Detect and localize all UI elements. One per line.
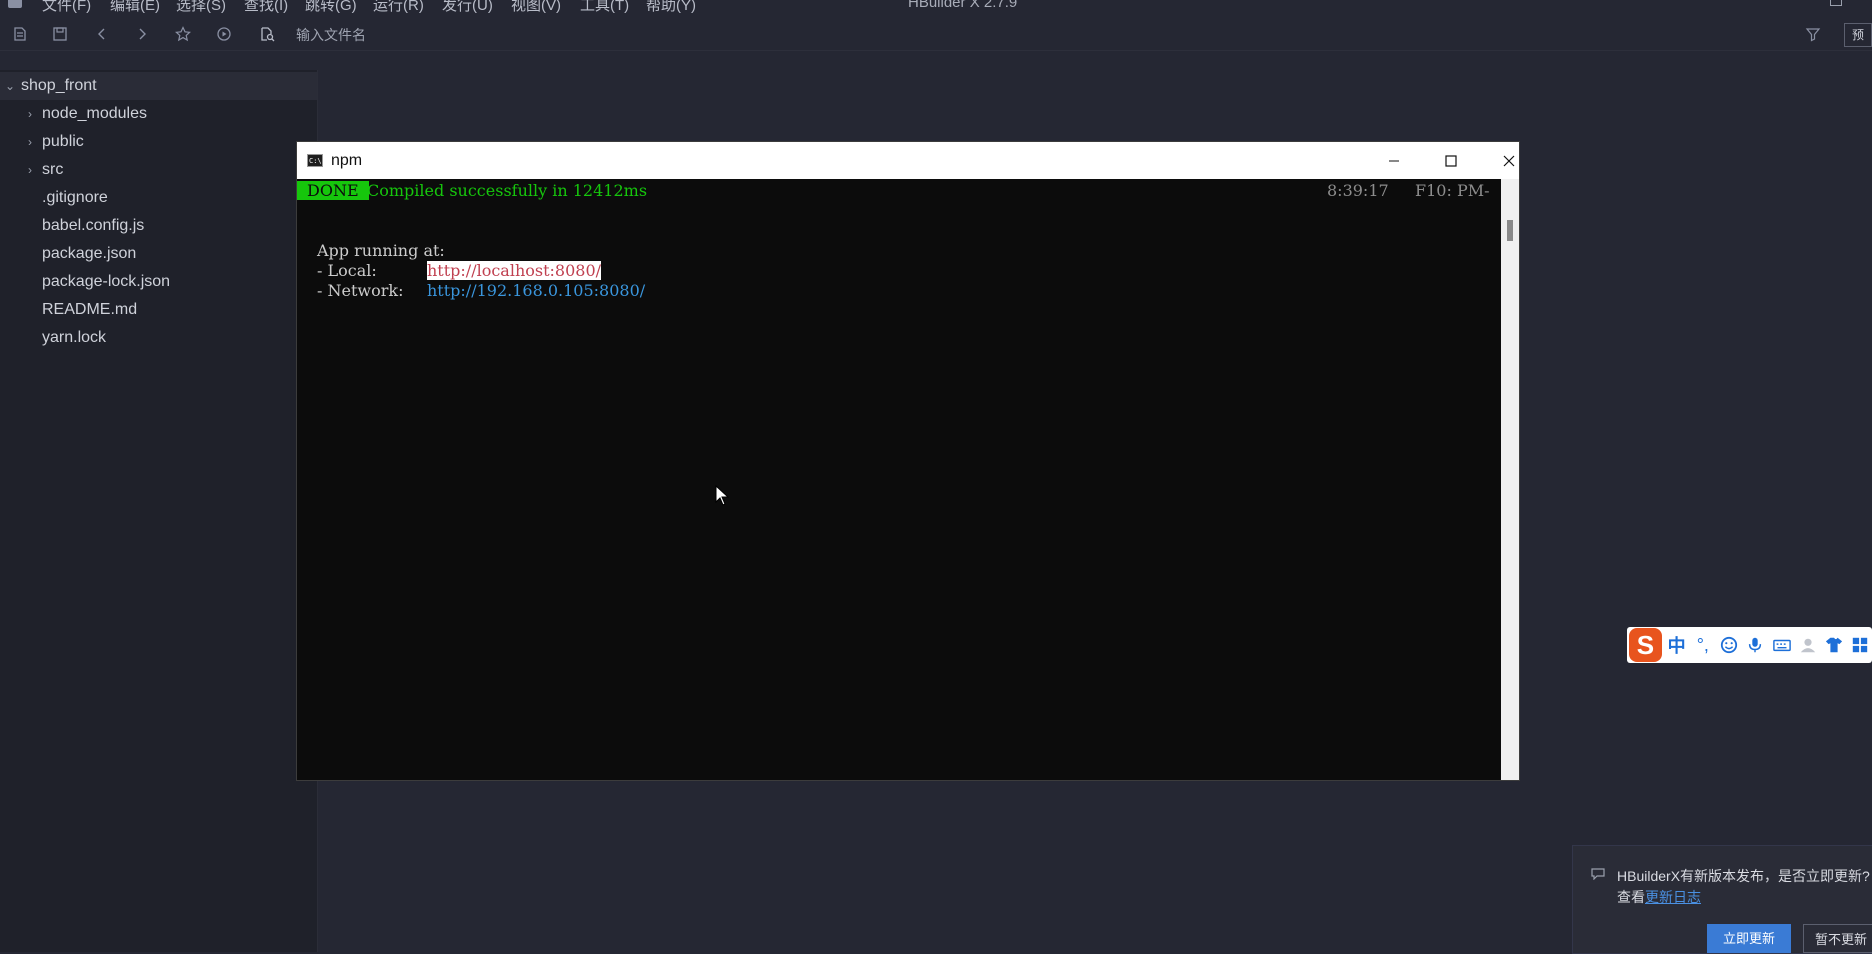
app-running-text: App running at: [317, 241, 445, 260]
npm-window-title: npm [331, 152, 363, 169]
menu-view[interactable]: 视图(V) [511, 0, 561, 15]
npm-console-window[interactable]: C:\ npm DONE Compiled successfully in 12… [296, 141, 1520, 781]
tree-item-label: node_modules [42, 105, 147, 122]
star-icon[interactable] [174, 25, 192, 43]
menu-edit[interactable]: 编辑(E) [110, 0, 160, 15]
forward-icon[interactable] [133, 25, 151, 43]
scrollbar-thumb[interactable] [1507, 220, 1513, 241]
changelog-link[interactable]: 更新日志 [1645, 889, 1701, 905]
network-label: - Network: [317, 281, 409, 300]
tree-item-yarn-lock[interactable]: yarn.lock [0, 324, 317, 352]
preview-button[interactable]: 预 [1844, 23, 1872, 47]
ime-toolbar[interactable]: S 中 °, [1627, 627, 1872, 663]
punctuation-toggle[interactable]: °, [1691, 633, 1714, 657]
local-url[interactable]: http://localhost:8080/ [427, 261, 602, 280]
restore-window-icon[interactable] [1830, 0, 1842, 6]
emoji-icon[interactable] [1717, 633, 1740, 657]
maximize-icon [1445, 155, 1457, 167]
chevron-right-icon: › [28, 107, 32, 121]
toolbox-grid-icon[interactable] [1849, 633, 1872, 657]
menu-file[interactable]: 文件(F) [42, 0, 91, 15]
terminal-output[interactable]: DONE Compiled successfully in 12412ms 8:… [297, 179, 1501, 780]
tree-root-label: shop_front [21, 77, 97, 94]
tree-item-readme[interactable]: README.md [0, 296, 317, 324]
menu-select[interactable]: 选择(S) [176, 0, 226, 15]
project-explorer: ⌄ shop_front › node_modules › public › s… [0, 70, 318, 952]
terminal-scrollbar[interactable] [1501, 179, 1519, 780]
run-icon[interactable] [215, 25, 233, 43]
skin-shirt-icon[interactable] [1822, 633, 1845, 657]
menu-find[interactable]: 查找(I) [244, 0, 288, 15]
tree-item-label: yarn.lock [42, 329, 107, 346]
back-icon[interactable] [93, 25, 111, 43]
tree-root-shop-front[interactable]: ⌄ shop_front [0, 72, 317, 100]
close-button[interactable] [1486, 148, 1532, 174]
local-label: - Local: [317, 261, 393, 280]
filter-icon[interactable] [1804, 25, 1822, 43]
minimize-button[interactable] [1371, 148, 1417, 174]
menu-goto[interactable]: 跳转(G) [305, 0, 357, 15]
message-icon [1591, 868, 1605, 880]
update-message: HBuilderX有新版本发布，是否立即更新? [1617, 868, 1870, 884]
update-sub-text: 查看更新日志 [1617, 887, 1701, 907]
minimize-icon [1389, 160, 1399, 162]
close-icon [1503, 155, 1515, 167]
tree-item-src[interactable]: › src [0, 156, 317, 184]
done-badge: DONE [297, 181, 369, 200]
compiled-message: Compiled successfully in 12412ms [367, 181, 648, 200]
tree-item-label: babel.config.js [42, 217, 145, 234]
status-right: F10: PM- [1415, 181, 1490, 200]
tree-item-label: package-lock.json [42, 273, 171, 290]
window-title: HBuilder X 2.7.9 [908, 0, 1018, 11]
compile-time: 8:39:17 [1327, 181, 1389, 200]
user-icon[interactable] [1796, 633, 1819, 657]
menu-run[interactable]: 运行(R) [373, 0, 424, 15]
tree-item-label: package.json [42, 245, 137, 262]
network-url[interactable]: http://192.168.0.105:8080/ [427, 281, 645, 300]
update-sub-prefix: 查看 [1617, 889, 1645, 905]
menu-publish[interactable]: 发行(U) [442, 0, 493, 15]
tree-item-gitignore[interactable]: .gitignore [0, 184, 317, 212]
tree-item-package-json[interactable]: package.json [0, 240, 317, 268]
hbuilder-app-icon [8, 0, 22, 8]
npm-window-titlebar[interactable]: C:\ npm [297, 142, 1519, 179]
mouse-cursor-icon [715, 485, 729, 506]
console-icon: C:\ [307, 154, 323, 167]
chevron-down-icon: ⌄ [4, 79, 16, 93]
update-now-button[interactable]: 立即更新 [1707, 924, 1791, 953]
save-icon[interactable] [51, 25, 69, 43]
maximize-button[interactable] [1428, 148, 1474, 174]
chinese-mode-toggle[interactable]: 中 [1665, 633, 1688, 657]
update-notification: HBuilderX有新版本发布，是否立即更新? 查看更新日志 立即更新 暂不更新 [1572, 845, 1872, 954]
tree-item-babel-config[interactable]: babel.config.js [0, 212, 317, 240]
menu-help[interactable]: 帮助(Y) [646, 0, 696, 15]
keyboard-icon[interactable] [1770, 633, 1793, 657]
toolbar: 输入文件名 预 [0, 16, 1872, 51]
tree-item-node-modules[interactable]: › node_modules [0, 100, 317, 128]
tree-item-public[interactable]: › public [0, 128, 317, 156]
file-name-input[interactable]: 输入文件名 [296, 25, 366, 45]
chevron-right-icon: › [28, 163, 32, 177]
microphone-icon[interactable] [1744, 633, 1767, 657]
tree-item-label: src [42, 161, 64, 178]
tree-item-label: public [42, 133, 84, 150]
new-file-icon[interactable] [11, 25, 29, 43]
chevron-right-icon: › [28, 135, 32, 149]
tree-item-label: .gitignore [42, 189, 108, 206]
file-search-icon[interactable] [258, 25, 276, 43]
menu-bar: 文件(F) 编辑(E) 选择(S) 查找(I) 跳转(G) 运行(R) 发行(U… [0, 0, 1872, 15]
tree-item-label: README.md [42, 301, 138, 318]
menu-tools[interactable]: 工具(T) [580, 0, 629, 15]
tree-item-package-lock[interactable]: package-lock.json [0, 268, 317, 296]
update-later-button[interactable]: 暂不更新 [1803, 924, 1872, 953]
sogou-logo-icon[interactable]: S [1629, 628, 1662, 662]
